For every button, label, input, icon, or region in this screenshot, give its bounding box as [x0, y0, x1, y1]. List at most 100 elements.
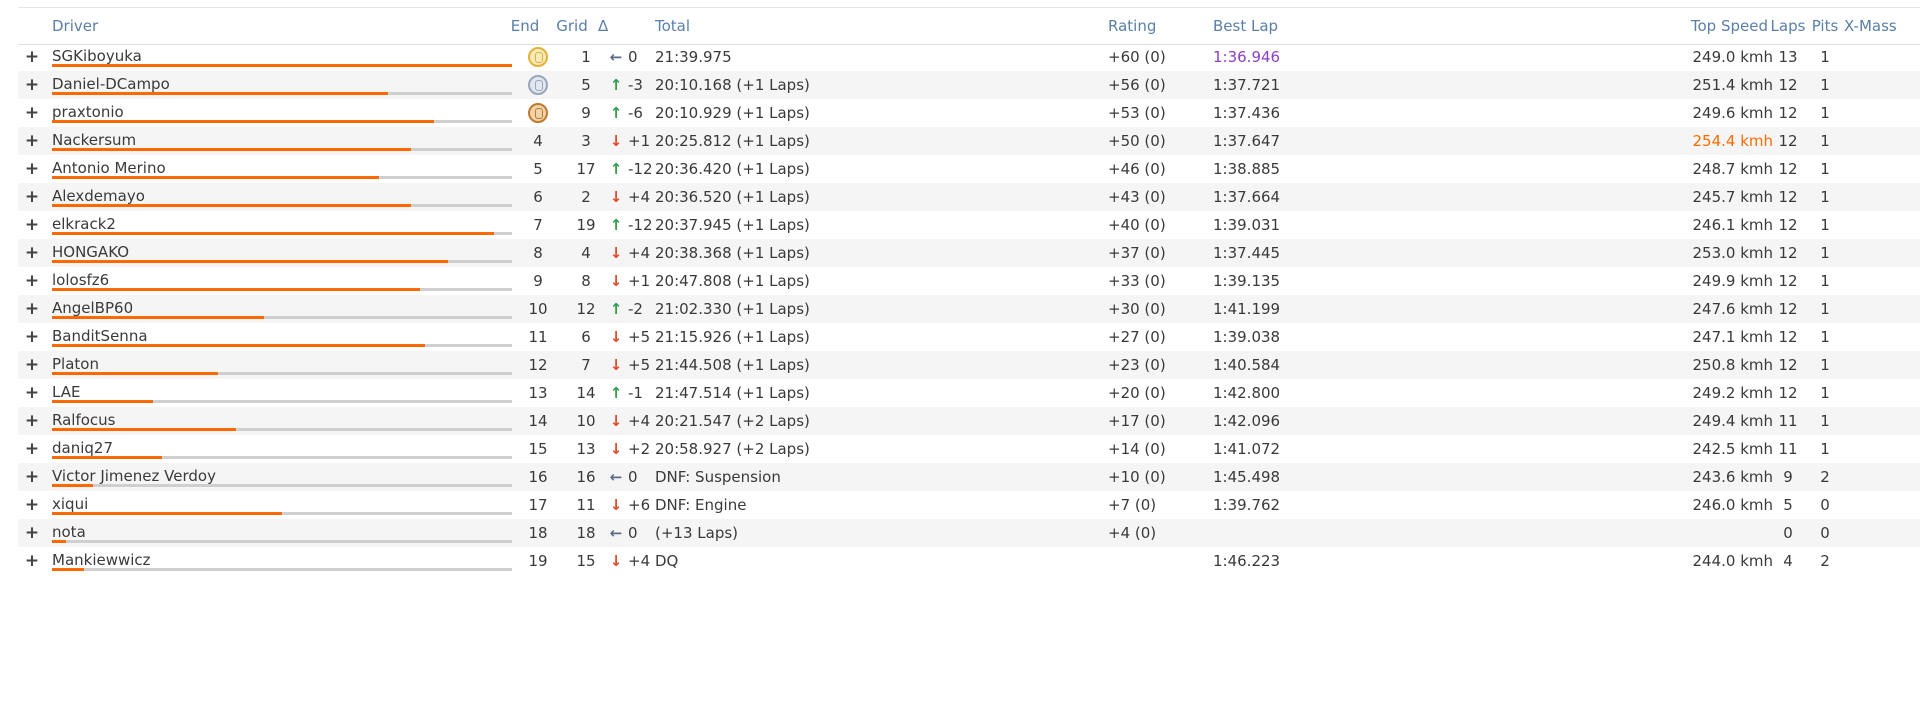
driver-progress-fill: [52, 568, 85, 571]
table-row[interactable]: + Victor Jimenez Verdoy 16 16 ← 0 DNF: Suspens…: [18, 463, 1920, 491]
total-time: 20:36.520 (+1 Laps): [655, 188, 810, 206]
laps-count: 5: [1783, 496, 1793, 514]
arrow-up-icon: ↑: [609, 384, 623, 402]
table-row[interactable]: + HONGAKO 8 4 ↓ +4 20:38.368 (+1 Laps) +37 (0) 1…: [18, 239, 1920, 267]
driver-progress-bar: [52, 344, 512, 347]
table-row[interactable]: + AngelBP60 10 12 ↑ -2 21:02.330 (+1 Laps) +30 …: [18, 295, 1920, 323]
expand-row-icon[interactable]: +: [23, 547, 41, 575]
grid-position: 9: [581, 104, 591, 122]
expand-row-icon[interactable]: +: [23, 463, 41, 491]
xmass-value: [1844, 239, 1920, 267]
driver-progress-bar: [52, 316, 512, 319]
end-position: 9: [533, 272, 543, 290]
expand-row-icon[interactable]: +: [23, 267, 41, 295]
laps-count: 12: [1778, 244, 1798, 262]
driver-progress-fill: [52, 92, 388, 95]
header-best-lap[interactable]: Best Lap: [1213, 8, 1373, 44]
driver-progress-fill: [52, 176, 379, 179]
top-speed: 244.0 kmh: [1692, 552, 1773, 570]
best-lap: 1:39.135: [1213, 272, 1281, 290]
pits-count: 1: [1820, 188, 1830, 206]
table-row[interactable]: + xiqui 17 11 ↓ +6 DNF: Engine +7 (0) 1:39.762 24…: [18, 491, 1920, 519]
header-pits[interactable]: Pits: [1810, 8, 1840, 44]
expand-row-icon[interactable]: +: [23, 183, 41, 211]
header-delta[interactable]: Δ: [598, 8, 628, 44]
expand-row-icon[interactable]: +: [23, 379, 41, 407]
table-row[interactable]: + Daniel-DCampo 5 ↑ -3 20:10.168 (+1 Laps) +56…: [18, 71, 1920, 99]
expand-row-icon[interactable]: +: [23, 127, 41, 155]
table-row[interactable]: + praxtonio 9 ↑ -6 20:10.929 (+1 Laps) +53 (0)…: [18, 99, 1920, 127]
expand-row-icon[interactable]: +: [23, 99, 41, 127]
expand-row-icon[interactable]: +: [23, 491, 41, 519]
driver-progress-bar: [52, 288, 512, 291]
rating-change: +23 (0): [1108, 356, 1166, 374]
header-driver[interactable]: Driver: [52, 8, 512, 44]
expand-row-icon[interactable]: +: [23, 435, 41, 463]
table-row[interactable]: + elkrack2 7 19 ↑ -12 20:37.945 (+1 Laps) +40 (…: [18, 211, 1920, 239]
grid-position: 17: [576, 160, 596, 178]
laps-count: 12: [1778, 132, 1798, 150]
table-row[interactable]: + lolosfz6 9 8 ↓ +1 20:47.808 (+1 Laps) +33 (0)…: [18, 267, 1920, 295]
expand-row-icon[interactable]: +: [23, 71, 41, 99]
best-lap: 1:37.664: [1213, 188, 1281, 206]
expand-row-icon[interactable]: +: [23, 43, 41, 71]
top-speed: 247.6 kmh: [1692, 300, 1773, 318]
header-rating[interactable]: Rating: [1108, 8, 1218, 44]
arrow-left-icon: ←: [609, 468, 623, 486]
xmass-value: [1844, 295, 1920, 323]
laps-count: 4: [1783, 552, 1793, 570]
table-row[interactable]: + LAE 13 14 ↑ -1 21:47.514 (+1 Laps) +20 (0) 1:4…: [18, 379, 1920, 407]
expand-row-icon[interactable]: +: [23, 351, 41, 379]
pits-count: 0: [1820, 524, 1830, 542]
best-lap: 1:41.199: [1213, 300, 1281, 318]
driver-progress-fill: [52, 204, 411, 207]
laps-count: 12: [1778, 76, 1798, 94]
table-row[interactable]: + Antonio Merino 5 17 ↑ -12 20:36.420 (+1 Laps…: [18, 155, 1920, 183]
expand-row-icon[interactable]: +: [23, 239, 41, 267]
end-position: 18: [528, 524, 548, 542]
grid-position: 5: [581, 76, 591, 94]
driver-progress-bar: [52, 148, 512, 151]
top-speed: 253.0 kmh: [1692, 244, 1773, 262]
arrow-down-icon: ↓: [609, 188, 623, 206]
laps-count: 11: [1778, 412, 1798, 430]
xmass-value: [1844, 183, 1920, 211]
table-row[interactable]: + SGKiboyuka 1 ← 0 21:39.975 +60 (0) 1:36.946 24…: [18, 43, 1920, 71]
rating-change: +17 (0): [1108, 412, 1166, 430]
table-row[interactable]: + Alexdemayo 6 2 ↓ +4 20:36.520 (+1 Laps) +43 (…: [18, 183, 1920, 211]
expand-row-icon[interactable]: +: [23, 155, 41, 183]
laps-count: 0: [1783, 524, 1793, 542]
xmass-value: [1844, 323, 1920, 351]
arrow-down-icon: ↓: [609, 272, 623, 290]
table-row[interactable]: + BanditSenna 11 6 ↓ +5 21:15.926 (+1 Laps) +27…: [18, 323, 1920, 351]
header-end[interactable]: End: [500, 8, 550, 44]
table-row[interactable]: + Mankiewwicz 19 15 ↓ +4 DQ 1:46.223 244.0 kmh 4 2: [18, 547, 1920, 575]
table-row[interactable]: + Ralfocus 14 10 ↓ +4 20:21.547 (+2 Laps) +17 (…: [18, 407, 1920, 435]
pits-count: 1: [1820, 384, 1830, 402]
expand-row-icon[interactable]: +: [23, 211, 41, 239]
table-row[interactable]: + Nackersum 4 3 ↓ +1 20:25.812 (+1 Laps) +50 (0…: [18, 127, 1920, 155]
expand-row-icon[interactable]: +: [23, 323, 41, 351]
laps-count: 11: [1778, 440, 1798, 458]
end-position: [508, 43, 568, 71]
end-position: 13: [528, 384, 548, 402]
header-laps[interactable]: Laps: [1768, 8, 1808, 44]
laps-count: 12: [1778, 160, 1798, 178]
best-lap: 1:37.445: [1213, 244, 1281, 262]
header-total[interactable]: Total: [655, 8, 1075, 44]
header-grid[interactable]: Grid: [550, 8, 594, 44]
expand-row-icon[interactable]: +: [23, 407, 41, 435]
pits-count: 2: [1820, 468, 1830, 486]
rating-change: +7 (0): [1108, 496, 1157, 514]
driver-progress-bar: [52, 232, 512, 235]
header-xmass[interactable]: X-Mass: [1844, 8, 1920, 44]
expand-row-icon[interactable]: +: [23, 519, 41, 547]
laps-count: 12: [1778, 216, 1798, 234]
table-row[interactable]: + nota 18 18 ← 0 (+13 Laps) +4 (0) 0 0: [18, 519, 1920, 547]
table-row[interactable]: + Platon 12 7 ↓ +5 21:44.508 (+1 Laps) +23 (0) 1…: [18, 351, 1920, 379]
table-row[interactable]: + daniq27 15 13 ↓ +2 20:58.927 (+2 Laps) +14 (0…: [18, 435, 1920, 463]
expand-row-icon[interactable]: +: [23, 295, 41, 323]
arrow-down-icon: ↓: [609, 356, 623, 374]
top-speed: 246.0 kmh: [1692, 496, 1773, 514]
header-top-speed[interactable]: Top Speed: [1638, 8, 1768, 44]
